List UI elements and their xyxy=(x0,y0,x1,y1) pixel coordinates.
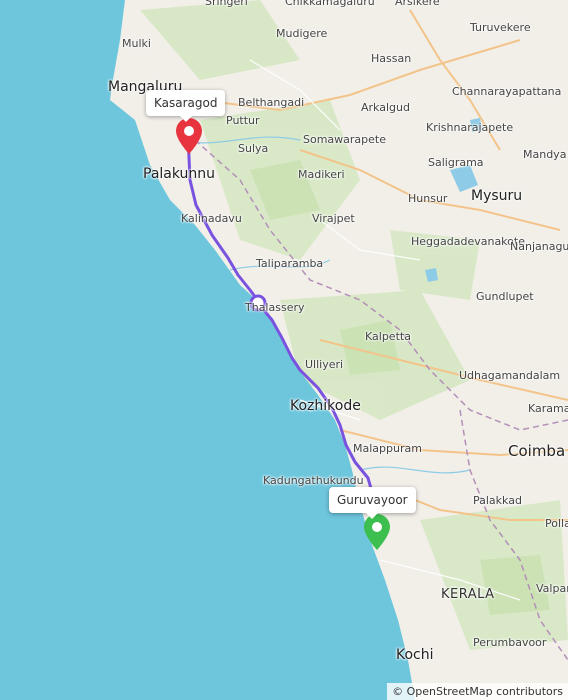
place-label: Saligrama xyxy=(428,156,484,169)
start-popup[interactable]: Kasaragod xyxy=(146,90,226,122)
place-label: Arkalgud xyxy=(361,101,410,114)
place-label: Mudigere xyxy=(276,27,328,40)
end-popup-label: Guruvayoor xyxy=(337,493,408,507)
place-label: Heggadadevanakote xyxy=(411,235,525,248)
place-label: Puttur xyxy=(226,114,260,127)
place-label: Mandya xyxy=(523,148,567,161)
attribution[interactable]: © OpenStreetMap contributors xyxy=(387,683,568,700)
place-label: Hunsur xyxy=(408,192,448,205)
place-label: Sulya xyxy=(238,142,269,155)
place-label: Virajpet xyxy=(312,212,355,225)
place-label: Coimba xyxy=(508,442,566,460)
place-label: Kalpetta xyxy=(365,330,411,343)
place-label: Somawarapete xyxy=(303,133,386,146)
place-label: Malappuram xyxy=(353,442,422,455)
place-label: Gundlupet xyxy=(476,290,534,303)
place-label: Belthangadi xyxy=(238,96,305,109)
place-label: Karama xyxy=(528,402,568,415)
place-label: Sringeri xyxy=(205,0,248,8)
place-label: Hassan xyxy=(371,52,412,65)
place-label: Krishnarajapete xyxy=(426,121,514,134)
place-label: Kochi xyxy=(396,647,434,663)
place-label: Kadungathukundu xyxy=(263,474,364,487)
place-label: Channarayapattana xyxy=(452,85,562,98)
place-label: Chikkamagaluru xyxy=(285,0,375,8)
place-label: Turuvekere xyxy=(470,21,531,34)
place-label: Mulki xyxy=(122,37,151,50)
end-popup[interactable]: Guruvayoor xyxy=(329,487,416,519)
place-label: Valpara xyxy=(536,582,568,595)
place-label: Udhagamandalam xyxy=(459,369,561,382)
place-label: Ulliyeri xyxy=(305,358,344,371)
place-label: Polla xyxy=(545,517,568,530)
place-label: Palakunnu xyxy=(143,166,216,182)
place-label: Madikeri xyxy=(298,168,345,181)
attribution-text: © OpenStreetMap contributors xyxy=(392,685,563,698)
start-popup-label: Kasaragod xyxy=(154,96,218,110)
map-view[interactable]: Sringeri Chikkamagaluru Arsikere Mulki Mudig… xyxy=(0,0,568,700)
place-label: Kalinadavu xyxy=(181,212,242,225)
place-label: Mysuru xyxy=(471,188,523,204)
start-location-marker-icon[interactable] xyxy=(176,118,202,154)
place-label: Perumbavoor xyxy=(473,636,547,649)
place-label: KERALA xyxy=(441,587,495,602)
place-label: Palakkad xyxy=(473,494,522,507)
place-label: Nanjanagud xyxy=(510,240,568,253)
place-label: Kozhikode xyxy=(290,398,361,414)
place-label: Taliparamba xyxy=(256,257,324,270)
place-label: Arsikere xyxy=(395,0,440,8)
place-label: Thalassery xyxy=(245,301,305,314)
end-location-marker-icon[interactable] xyxy=(364,514,390,550)
